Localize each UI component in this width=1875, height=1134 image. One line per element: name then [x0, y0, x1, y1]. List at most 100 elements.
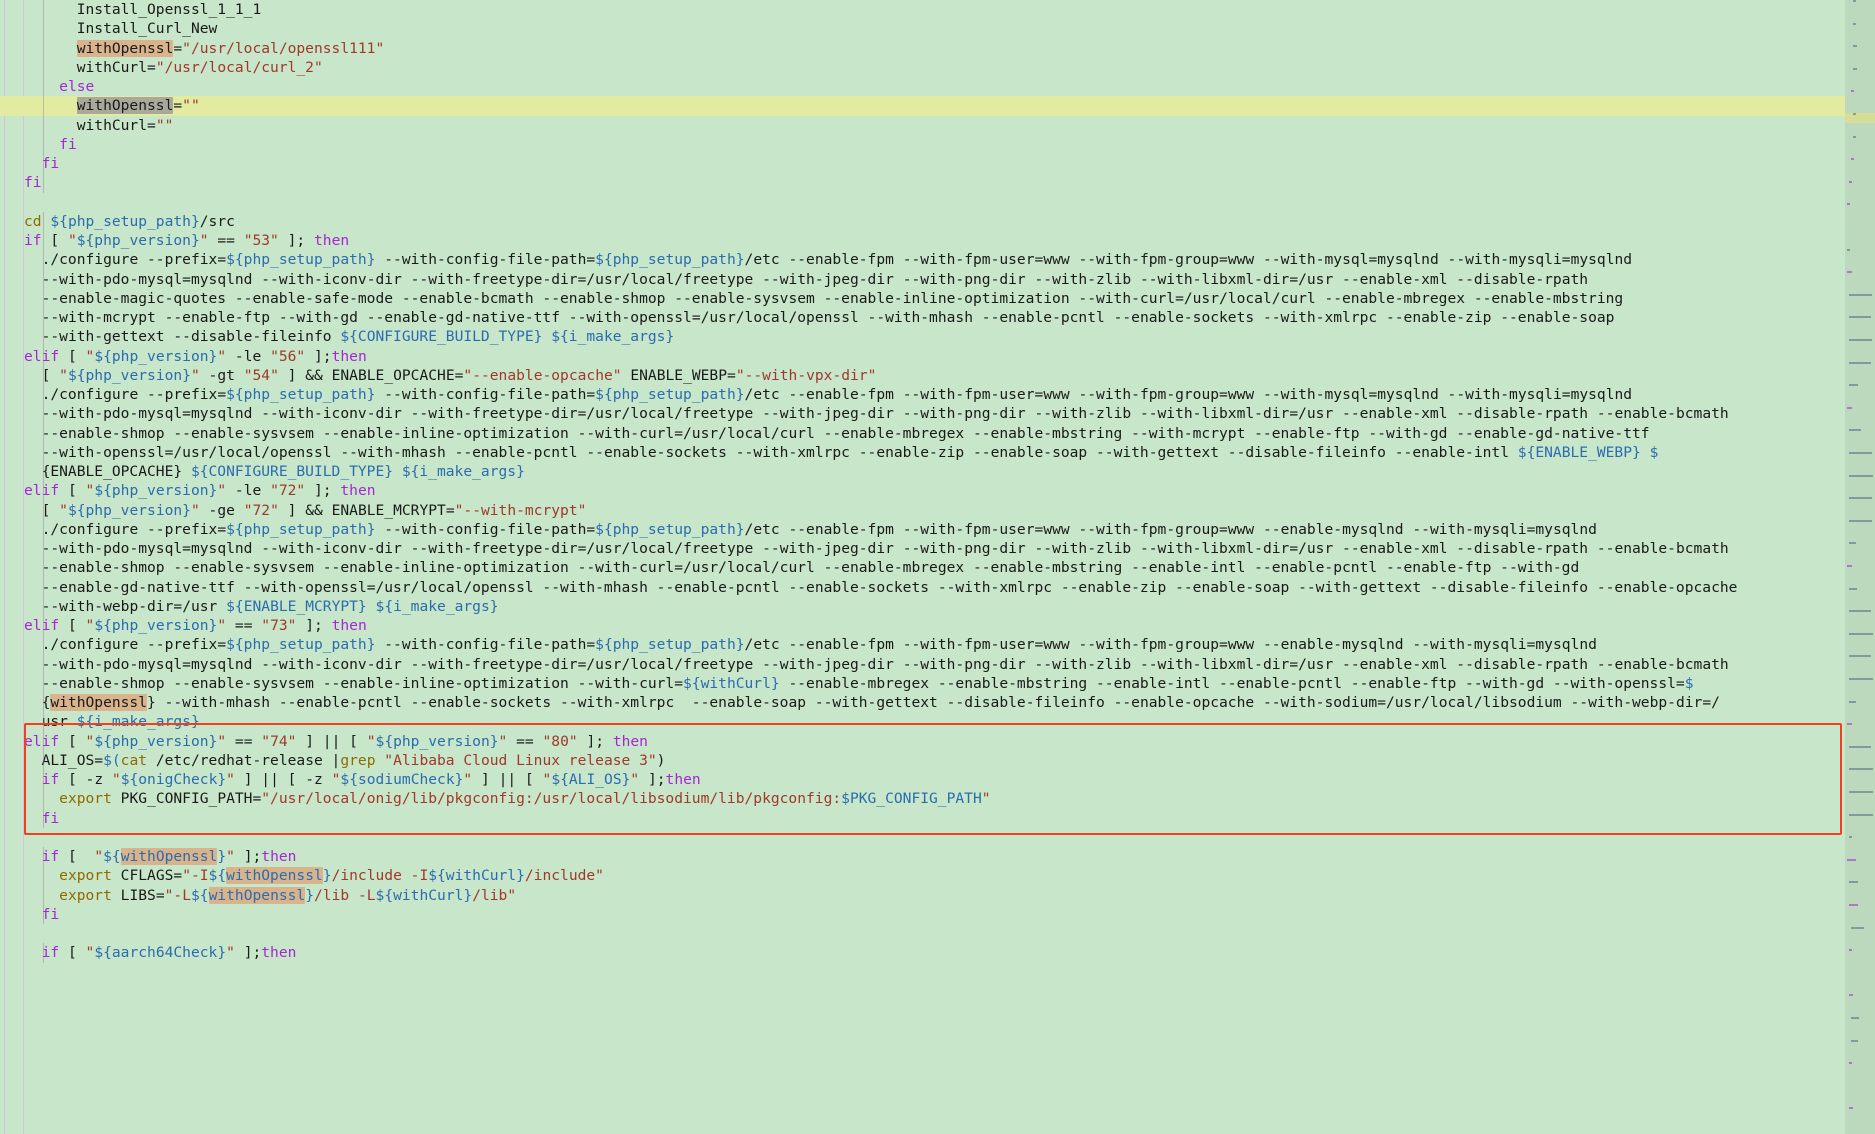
- code-line[interactable]: Install_Curl_New: [0, 19, 1845, 39]
- minimap-line: [1849, 1107, 1853, 1109]
- minimap-line: [1849, 994, 1853, 996]
- minimap-line: [1853, 136, 1856, 138]
- code-line[interactable]: [ "${php_version}" -gt "54" ] && ENABLE_…: [0, 365, 1845, 386]
- minimap-line: [1849, 610, 1872, 612]
- minimap-line: [1849, 542, 1856, 544]
- minimap-line: [1847, 407, 1852, 409]
- code-line[interactable]: --enable-shmop --enable-sysvsem --enable…: [0, 423, 1845, 444]
- code-line[interactable]: Install_Openssl_1_1_1: [0, 0, 1845, 20]
- code-line[interactable]: ./configure --prefix=${php_setup_path} -…: [0, 519, 1845, 540]
- minimap-line: [1849, 904, 1859, 906]
- code-line[interactable]: --enable-shmop --enable-sysvsem --enable…: [0, 558, 1845, 578]
- code-line[interactable]: [0, 193, 1845, 212]
- code-line[interactable]: fi: [0, 154, 1845, 174]
- minimap-line: [1849, 475, 1873, 477]
- code-line[interactable]: fi: [0, 808, 1845, 829]
- minimap-line: [1849, 520, 1872, 522]
- code-line[interactable]: --with-pdo-mysql=mysqlnd --with-iconv-di…: [0, 539, 1845, 559]
- code-line[interactable]: elif [ "${php_version}" -le "56" ];then: [0, 346, 1845, 367]
- minimap-line: [1849, 949, 1852, 951]
- occurrence-highlight: withOpenssl: [226, 867, 323, 885]
- code-line[interactable]: export LIBS="-L${withOpenssl}/lib -L${wi…: [0, 885, 1845, 906]
- minimap-line: [1853, 45, 1858, 47]
- code-line[interactable]: {ENABLE_OPCACHE} ${CONFIGURE_BUILD_TYPE}…: [0, 462, 1845, 482]
- code-line[interactable]: fi: [0, 904, 1845, 925]
- minimap-line: [1849, 814, 1873, 816]
- code-line[interactable]: elif [ "${php_version}" == "74" ] || [ "…: [0, 731, 1845, 752]
- minimap-line: [1847, 723, 1852, 725]
- minimap-line: [1847, 203, 1850, 205]
- occurrence-highlight: withOpenssl: [76, 97, 174, 115]
- code-line[interactable]: --enable-shmop --enable-sysvsem --enable…: [0, 673, 1845, 694]
- minimap-line: [1849, 633, 1873, 635]
- minimap-line: [1851, 927, 1865, 929]
- minimap-line: [1853, 23, 1856, 25]
- code-content[interactable]: Install_Openssl_1_1_1 Install_Curl_New w…: [0, 0, 1845, 963]
- code-line[interactable]: [0, 924, 1845, 943]
- minimap-line: [1851, 1040, 1858, 1042]
- code-line[interactable]: --with-webp-dir=/usr ${ENABLE_MCRYPT} ${…: [0, 596, 1845, 617]
- code-line[interactable]: export CFLAGS="-I${withOpenssl}/include …: [0, 866, 1845, 886]
- code-line[interactable]: if [ "${withOpenssl}" ];then: [0, 847, 1845, 867]
- minimap-line: [1849, 836, 1852, 838]
- minimap[interactable]: [1845, 0, 1875, 1134]
- minimap-line: [1849, 362, 1872, 364]
- minimap-line: [1849, 497, 1872, 499]
- code-line[interactable]: --with-mcrypt --enable-ftp --with-gd --e…: [0, 308, 1845, 328]
- code-line[interactable]: export PKG_CONFIG_PATH="/usr/local/onig/…: [0, 789, 1845, 809]
- minimap-line: [1849, 384, 1858, 386]
- minimap-line: [1849, 429, 1861, 431]
- minimap-line: [1847, 859, 1856, 861]
- minimap-line: [1853, 113, 1856, 115]
- code-line[interactable]: withCurl="": [0, 115, 1845, 136]
- code-line[interactable]: cd ${php_setup_path}/src: [0, 211, 1845, 232]
- code-line[interactable]: withOpenssl="/usr/local/openssl111": [0, 38, 1845, 59]
- code-line[interactable]: ./configure --prefix=${php_setup_path} -…: [0, 385, 1845, 405]
- code-line[interactable]: --with-gettext --disable-fileinfo ${CONF…: [0, 327, 1845, 347]
- code-line[interactable]: --with-pdo-mysql=mysqlnd --with-iconv-di…: [0, 269, 1845, 290]
- minimap-line: [1853, 68, 1857, 70]
- minimap-line: [1849, 316, 1871, 318]
- occurrence-highlight: withOpenssl: [208, 886, 306, 904]
- code-editor[interactable]: Install_Openssl_1_1_1 Install_Curl_New w…: [0, 0, 1875, 1134]
- minimap-line: [1847, 249, 1850, 251]
- code-line[interactable]: elif [ "${php_version}" == "73" ]; then: [0, 616, 1845, 636]
- code-line[interactable]: if [ -z "${onigCheck}" ] || [ -z "${sodi…: [0, 770, 1845, 790]
- minimap-line: [1849, 678, 1874, 680]
- code-line[interactable]: --enable-magic-quotes --enable-safe-mode…: [0, 288, 1845, 309]
- code-line[interactable]: elif [ "${php_version}" -le "72" ]; then: [0, 481, 1845, 501]
- minimap-line: [1847, 271, 1852, 273]
- minimap-line: [1849, 701, 1856, 703]
- minimap-slider[interactable]: [1845, 0, 1875, 1134]
- minimap-line: [1853, 0, 1856, 2]
- code-line[interactable]: fi: [0, 134, 1845, 155]
- code-line[interactable]: withOpenssl="": [0, 96, 1845, 116]
- code-line[interactable]: --with-openssl=/usr/local/openssl --with…: [0, 442, 1845, 463]
- code-line[interactable]: ALI_OS=$(cat /etc/redhat-release |grep "…: [0, 750, 1845, 771]
- code-line[interactable]: if [ "${aarch64Check}" ];then: [0, 943, 1845, 963]
- code-line[interactable]: ./configure --prefix=${php_setup_path} -…: [0, 635, 1845, 655]
- code-line[interactable]: withCurl="/usr/local/curl_2": [0, 57, 1845, 78]
- code-line[interactable]: [ "${php_version}" -ge "72" ] && ENABLE_…: [0, 500, 1845, 521]
- minimap-line: [1849, 452, 1872, 454]
- code-line[interactable]: usr ${i_make_args}: [0, 712, 1845, 732]
- minimap-line: [1851, 90, 1854, 92]
- minimap-line: [1849, 1062, 1852, 1064]
- minimap-line: [1849, 655, 1871, 657]
- code-line[interactable]: [0, 828, 1845, 847]
- code-line[interactable]: if [ "${php_version}" == "53" ]; then: [0, 231, 1845, 251]
- minimap-line: [1849, 339, 1872, 341]
- minimap-line: [1851, 1017, 1859, 1019]
- minimap-line: [1849, 181, 1852, 183]
- code-line[interactable]: fi: [0, 173, 1845, 193]
- code-line[interactable]: --enable-gd-native-ttf --with-openssl=/u…: [0, 577, 1845, 598]
- occurrence-highlight: withOpenssl: [50, 694, 148, 711]
- minimap-line: [1849, 768, 1873, 770]
- code-line[interactable]: {withOpenssl} --with-mhash --enable-pcnt…: [0, 693, 1845, 713]
- code-line[interactable]: ./configure --prefix=${php_setup_path} -…: [0, 250, 1845, 270]
- code-line[interactable]: --with-pdo-mysql=mysqlnd --with-iconv-di…: [0, 404, 1845, 424]
- occurrence-highlight: withOpenssl: [76, 39, 174, 57]
- code-line[interactable]: --with-pdo-mysql=mysqlnd --with-iconv-di…: [0, 654, 1845, 675]
- code-line[interactable]: else: [0, 77, 1845, 97]
- minimap-line: [1851, 158, 1854, 160]
